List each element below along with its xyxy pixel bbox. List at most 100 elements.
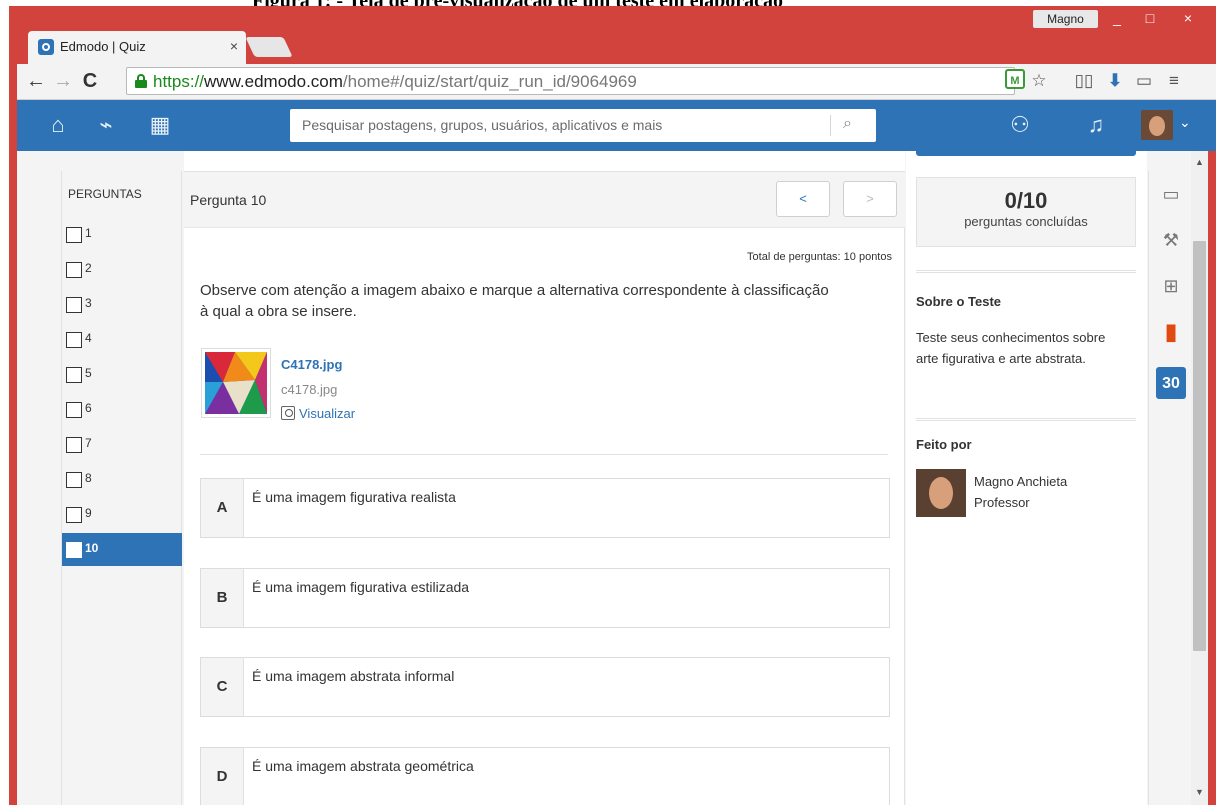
- home-icon[interactable]: ⌂: [45, 112, 71, 138]
- close-window-button[interactable]: ×: [1168, 8, 1208, 28]
- choice-text: É uma imagem figurativa estilizada: [252, 579, 470, 595]
- answer-choice[interactable]: D É uma imagem abstrata geométrica: [200, 747, 890, 805]
- apps-grid-icon[interactable]: ⊞: [1158, 273, 1184, 299]
- scrollbar[interactable]: ▲ ▼: [1191, 151, 1208, 805]
- page-content: PERGUNTAS 1 2 3 4 5 6 7 8 9 10 Pergunta …: [17, 151, 1191, 805]
- extension-icon[interactable]: M: [1005, 69, 1025, 89]
- attachment-filename: c4178.jpg: [281, 382, 338, 397]
- author-avatar[interactable]: [916, 469, 966, 517]
- forward-button[interactable]: →: [52, 70, 74, 92]
- author-info: Magno Anchieta Professor: [974, 471, 1067, 513]
- reader-icon[interactable]: ▯▯: [1074, 71, 1094, 91]
- question-nav-item-active[interactable]: 10: [62, 533, 182, 566]
- wrench-icon[interactable]: ⚒: [1158, 227, 1184, 253]
- bookmark-star-icon[interactable]: ☆: [1029, 71, 1049, 91]
- edmodo-header: ⌂ ⌁ ▦ ⌕ ⚇ ♫ ⌄: [17, 100, 1216, 151]
- library-icon[interactable]: ▦: [147, 112, 173, 138]
- checkbox[interactable]: [66, 437, 82, 453]
- question-nav-item[interactable]: 6: [62, 393, 182, 426]
- browser-tab[interactable]: Edmodo | Quiz ×: [28, 31, 246, 64]
- divider: [200, 454, 888, 455]
- question-nav-item[interactable]: 7: [62, 428, 182, 461]
- checkbox[interactable]: [66, 367, 82, 383]
- calendar-icon[interactable]: 30: [1156, 367, 1186, 399]
- question-nav-item[interactable]: 8: [62, 463, 182, 496]
- submit-bar[interactable]: [916, 151, 1136, 156]
- tab-close-icon[interactable]: ×: [230, 38, 238, 54]
- abstract-artwork-image: [205, 352, 267, 414]
- checkbox[interactable]: [66, 227, 82, 243]
- user-avatar[interactable]: [1141, 110, 1173, 140]
- badges-icon[interactable]: ⚇: [1007, 112, 1033, 138]
- store-icon[interactable]: ▭: [1158, 181, 1184, 207]
- question-nav-item[interactable]: 4: [62, 323, 182, 356]
- previous-question-button[interactable]: <: [776, 181, 830, 217]
- back-button[interactable]: ←: [25, 70, 47, 92]
- profile-name[interactable]: Magno: [1033, 10, 1098, 28]
- progress-box: 0/10 perguntas concluídas: [916, 177, 1136, 247]
- browser-menu-icon[interactable]: ≡: [1164, 71, 1184, 91]
- scroll-up-icon[interactable]: ▲: [1195, 157, 1204, 167]
- progress-label: perguntas concluídas: [964, 214, 1088, 229]
- scrollbar-thumb[interactable]: [1193, 241, 1206, 651]
- divider: [916, 418, 1136, 421]
- question-nav-item[interactable]: 3: [62, 288, 182, 321]
- question-nav-item[interactable]: 2: [62, 253, 182, 286]
- edmodo-favicon-icon: [38, 39, 54, 55]
- lock-icon: [135, 74, 147, 88]
- question-nav-item[interactable]: 9: [62, 498, 182, 531]
- question-number: 4: [85, 331, 92, 345]
- about-title: Sobre o Teste: [916, 294, 1002, 309]
- question-text: Observe com atenção a imagem abaixo e ma…: [200, 282, 829, 320]
- question-nav-item[interactable]: 1: [62, 218, 182, 251]
- search-icon[interactable]: ⌕: [843, 115, 852, 133]
- checkbox[interactable]: [66, 262, 82, 278]
- choice-letter: B: [201, 569, 244, 627]
- maximize-button[interactable]: □: [1135, 8, 1165, 28]
- total-points: Total de perguntas: 10 pontos: [747, 251, 892, 263]
- scroll-down-icon[interactable]: ▼: [1195, 787, 1204, 797]
- choice-text: É uma imagem figurativa realista: [252, 489, 456, 505]
- search-divider: [830, 115, 831, 136]
- choice-letter: D: [201, 748, 244, 805]
- next-question-button[interactable]: >: [843, 181, 897, 217]
- checkbox[interactable]: [66, 402, 82, 418]
- checkbox[interactable]: [66, 332, 82, 348]
- checkbox[interactable]: [66, 542, 82, 558]
- address-bar[interactable]: https://www.edmodo.com/home#/quiz/start/…: [126, 67, 1015, 95]
- author-name[interactable]: Magno Anchieta: [974, 471, 1067, 492]
- checkbox[interactable]: [66, 297, 82, 313]
- checkbox[interactable]: [66, 507, 82, 523]
- url-scheme: https://: [153, 72, 205, 91]
- notifications-bell-icon[interactable]: ♫: [1083, 112, 1109, 138]
- question-number: 7: [85, 436, 92, 450]
- office-icon[interactable]: ▮: [1158, 319, 1184, 345]
- question-number: 1: [85, 226, 92, 240]
- cast-icon[interactable]: ▭: [1134, 71, 1154, 91]
- question-number: 3: [85, 296, 92, 310]
- question-header: Pergunta 10 < >: [184, 171, 905, 228]
- attachment-link[interactable]: C4178.jpg: [281, 357, 342, 372]
- answer-choice[interactable]: C É uma imagem abstrata informal: [200, 657, 890, 717]
- url-path: /home#/quiz/start/quiz_run_id/9064969: [342, 72, 637, 91]
- url-host: www.edmodo.com: [204, 72, 343, 91]
- search-input[interactable]: [302, 117, 822, 133]
- reload-button[interactable]: C: [79, 70, 101, 92]
- choice-letter: C: [201, 658, 244, 716]
- checkbox[interactable]: [66, 472, 82, 488]
- view-attachment-link[interactable]: Visualizar: [281, 406, 355, 421]
- answer-choice[interactable]: B É uma imagem figurativa estilizada: [200, 568, 890, 628]
- about-text: Teste seus conhecimentos sobre arte figu…: [916, 330, 1106, 366]
- question-nav-item[interactable]: 5: [62, 358, 182, 391]
- author-role: Professor: [974, 495, 1030, 510]
- answer-choice[interactable]: A É uma imagem figurativa realista: [200, 478, 890, 538]
- attachment-thumbnail[interactable]: [201, 348, 271, 418]
- choice-text: É uma imagem abstrata geométrica: [252, 758, 474, 774]
- browser-toolbar: ← → C https://www.edmodo.com/home#/quiz/…: [17, 64, 1216, 100]
- url-text[interactable]: https://www.edmodo.com/home#/quiz/start/…: [153, 72, 637, 92]
- activity-icon[interactable]: ⌁: [93, 112, 119, 138]
- minimize-button[interactable]: _: [1102, 8, 1132, 28]
- download-icon[interactable]: ⬇: [1105, 71, 1125, 91]
- chevron-down-icon[interactable]: ⌄: [1179, 114, 1191, 131]
- main-top-strip: [184, 151, 905, 171]
